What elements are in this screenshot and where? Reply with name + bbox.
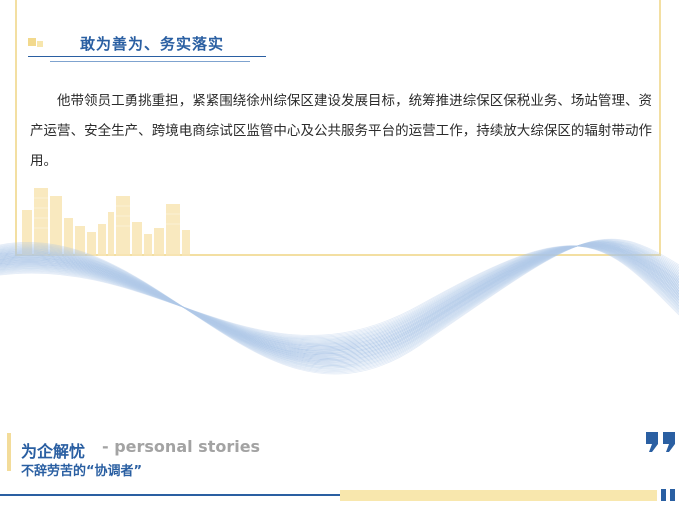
footer-end-block — [670, 489, 675, 501]
footer-tagline: 不辞劳苦的“协调者” — [21, 464, 143, 479]
heading-square-decoration-small — [37, 41, 43, 47]
section-heading: 敢为善为、务实落实 — [28, 28, 288, 68]
footer-accent-bar — [7, 433, 11, 471]
section-body-paragraph: 他带领员工勇挑重担，紧紧围绕徐州综保区建设发展目标，统筹推进综保区保税业务、场站… — [30, 93, 652, 169]
section-heading-text: 敢为善为、务实落实 — [80, 35, 225, 53]
heading-underline-secondary — [50, 61, 250, 62]
heading-underline — [28, 56, 266, 57]
quote-icon — [646, 432, 675, 452]
footer-title: 为企解忧 — [21, 442, 86, 461]
heading-square-decoration — [28, 38, 36, 46]
blue-wave-decoration — [0, 238, 679, 375]
footer-divider-blue — [0, 494, 340, 496]
footer-english-subtitle: - personal stories — [102, 437, 261, 456]
footer-end-block — [661, 489, 666, 501]
footer-divider-yellow — [340, 490, 657, 501]
